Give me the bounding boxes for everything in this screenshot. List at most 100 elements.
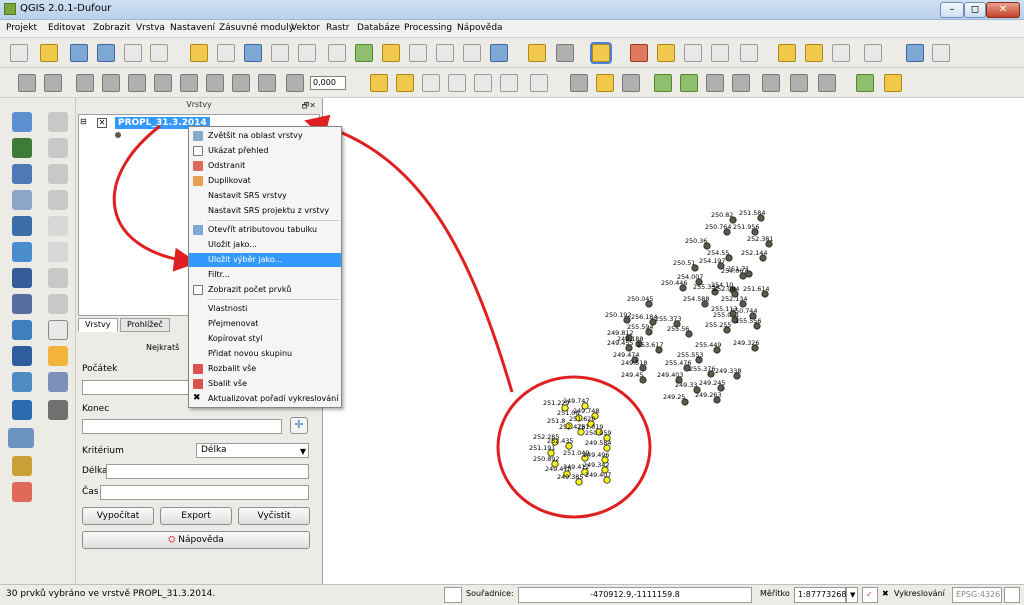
raster-stretch-icon[interactable]: [570, 74, 588, 92]
current-edits-icon[interactable]: [18, 74, 36, 92]
new-vector-layer-icon[interactable]: [8, 428, 34, 448]
layer-tool-4-icon[interactable]: [48, 164, 68, 184]
cut-features-icon[interactable]: [206, 74, 224, 92]
menu-napoveda[interactable]: Nápověda: [457, 23, 503, 33]
rotation-input[interactable]: 0,000: [310, 76, 346, 90]
map-tips-icon[interactable]: [778, 44, 796, 62]
zoom-last-icon[interactable]: [436, 44, 454, 62]
menu-duplicate[interactable]: Duplikovat: [189, 174, 341, 188]
add-mssql-layer-icon[interactable]: [12, 216, 32, 236]
raster-local-stretch-icon[interactable]: [596, 74, 614, 92]
collapse-icon[interactable]: ⊟: [80, 117, 87, 126]
label-icon[interactable]: [370, 74, 388, 92]
messages-icon[interactable]: [1004, 587, 1020, 603]
node-tool-icon[interactable]: [154, 74, 172, 92]
menu-copy-style[interactable]: Kopírovat styl: [189, 332, 341, 346]
move-feature-icon[interactable]: [128, 74, 146, 92]
paste-features-icon[interactable]: [258, 74, 276, 92]
sum-plugin-icon[interactable]: [48, 372, 68, 392]
menu-open-attribute-table[interactable]: Otevřít atributovou tabulku: [189, 223, 341, 237]
layer-visibility-checkbox[interactable]: ✕: [97, 118, 107, 128]
plugin-green-icon[interactable]: [856, 74, 874, 92]
panel-float-close-buttons[interactable]: 🗗✕: [302, 100, 316, 114]
menu-show-overview[interactable]: Ukázat přehled: [189, 144, 341, 158]
add-spatialite-layer-icon[interactable]: [12, 190, 32, 210]
menu-projekt[interactable]: Projekt: [6, 23, 37, 33]
mouse-icon[interactable]: [444, 587, 462, 603]
save-edits-icon[interactable]: [76, 74, 94, 92]
layer-tool-3-icon[interactable]: [48, 138, 68, 158]
close-button[interactable]: ✕: [986, 2, 1020, 18]
show-hide-labels-icon[interactable]: [422, 74, 440, 92]
criterion-select[interactable]: Délka ▼: [196, 443, 309, 458]
menu-save-selection-as[interactable]: Uložit výběr jako...: [189, 253, 341, 267]
clear-button[interactable]: Vyčistit: [238, 507, 310, 525]
run-feature-action-icon[interactable]: [556, 44, 574, 62]
add-raster-layer-icon[interactable]: [12, 138, 32, 158]
render-checkbox[interactable]: ✖: [882, 589, 889, 598]
menu-nastaveni[interactable]: Nastavení: [170, 23, 215, 33]
pan-hand-icon[interactable]: [217, 44, 235, 62]
menu-expand-all[interactable]: Rozbalit vše: [189, 362, 341, 376]
calculate-button[interactable]: Vypočítat: [82, 507, 154, 525]
menu-zobrazit[interactable]: Zobrazit: [93, 23, 130, 33]
length-field[interactable]: [106, 464, 309, 479]
plugin-yellow-icon[interactable]: [884, 74, 902, 92]
zoom-to-layer-icon[interactable]: [409, 44, 427, 62]
menu-save-as[interactable]: Uložit jako...: [189, 238, 341, 252]
menu-set-layer-crs[interactable]: Nastavit SRS vrstvy: [189, 189, 341, 203]
scale-field[interactable]: 1:87773268: [794, 587, 847, 603]
raster-full-stretch-icon[interactable]: [622, 74, 640, 92]
increase-brightness-icon[interactable]: [654, 74, 672, 92]
zoom-to-selection-icon[interactable]: [382, 44, 400, 62]
new-print-composer-icon[interactable]: [124, 44, 142, 62]
toggle-editing-icon[interactable]: [44, 74, 62, 92]
add-csv-icon[interactable]: [12, 456, 32, 476]
layer-tool-9-icon[interactable]: [48, 294, 68, 314]
minimize-button[interactable]: –: [940, 2, 964, 18]
zoom-in-icon[interactable]: [271, 44, 289, 62]
rotate-label-icon[interactable]: [474, 74, 492, 92]
crs-status[interactable]: EPSG:4326: [952, 587, 1002, 603]
menu-set-project-crs[interactable]: Nastavit SRS projektu z vrstvy: [189, 204, 341, 218]
move-label-icon[interactable]: [448, 74, 466, 92]
menu-add-group[interactable]: Přidat novou skupinu: [189, 347, 341, 361]
coords-field[interactable]: -470912.9,-1111159.8: [518, 587, 752, 603]
layer-tool-7-icon[interactable]: [48, 242, 68, 262]
raster-calc-icon[interactable]: [790, 74, 808, 92]
hand-plugin-icon[interactable]: [48, 346, 68, 366]
menu-show-feature-count[interactable]: Zobrazit počet prvků: [189, 283, 341, 297]
menu-vrstva[interactable]: Vrstva: [136, 23, 165, 33]
help-button[interactable]: ⛭ Nápověda: [82, 531, 310, 549]
select-features-icon[interactable]: [590, 42, 612, 64]
composer-manager-icon[interactable]: [150, 44, 168, 62]
pick-point-icon[interactable]: ✛: [290, 417, 308, 434]
menu-rename[interactable]: Přejmenovat: [189, 317, 341, 331]
show-bookmarks-icon[interactable]: [832, 44, 850, 62]
zoom-actual-size-icon[interactable]: [328, 44, 346, 62]
add-delimited-text-icon[interactable]: [12, 346, 32, 366]
layer-tool-2-icon[interactable]: [48, 112, 68, 132]
layer-tool-8-icon[interactable]: [48, 268, 68, 288]
pin-labels-icon[interactable]: [396, 74, 414, 92]
zoom-out-icon[interactable]: [298, 44, 316, 62]
dark-plugin-icon[interactable]: [48, 400, 68, 420]
menu-collapse-all[interactable]: Sbalit vše: [189, 377, 341, 391]
add-wcs-layer-icon[interactable]: [12, 294, 32, 314]
stop-render-icon[interactable]: ✓: [862, 587, 878, 603]
map-canvas[interactable]: 250.82 251.584 250.764 251.956 250.36 252.381…: [322, 98, 1024, 584]
chevron-down-icon[interactable]: ▼: [846, 587, 858, 603]
new-project-icon[interactable]: [10, 44, 28, 62]
grid-icon[interactable]: [48, 320, 68, 340]
deselect-features-icon[interactable]: [630, 44, 648, 62]
whats-this-icon[interactable]: [932, 44, 950, 62]
pan-to-selection-icon[interactable]: [244, 44, 262, 62]
end-input[interactable]: [82, 419, 282, 434]
touch-icon[interactable]: [190, 44, 208, 62]
zoom-full-icon[interactable]: [355, 44, 373, 62]
menu-editovat[interactable]: Editovat: [48, 23, 85, 33]
add-wms-layer-icon[interactable]: [12, 268, 32, 288]
tab-prohlizec[interactable]: Prohlížeč: [120, 318, 170, 332]
tab-vrstvy[interactable]: Vrstvy: [78, 318, 118, 332]
add-vector-layer-icon[interactable]: [12, 112, 32, 132]
